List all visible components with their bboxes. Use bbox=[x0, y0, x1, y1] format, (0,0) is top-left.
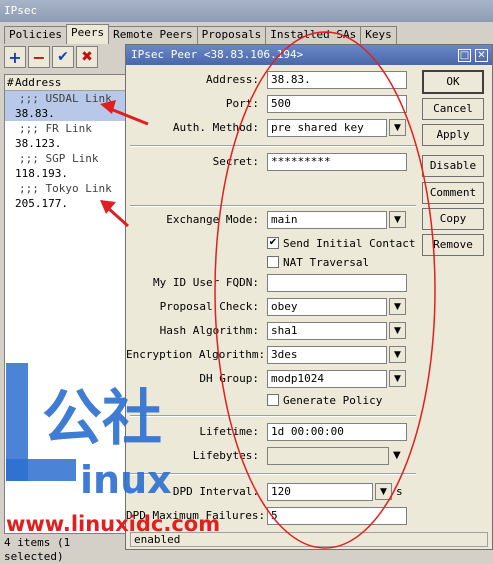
generate-policy-row[interactable]: Generate Policy bbox=[267, 392, 382, 408]
my-id-user-fqdn-field[interactable] bbox=[267, 274, 407, 292]
nat-traversal-checkbox[interactable] bbox=[267, 256, 279, 268]
lifebytes-expand-icon[interactable]: ▼ bbox=[393, 447, 401, 465]
dialog-status: enabled bbox=[130, 532, 488, 547]
lifebytes-field[interactable] bbox=[267, 447, 389, 465]
list-header: # Address bbox=[5, 75, 127, 91]
maximize-icon[interactable]: □ bbox=[458, 48, 471, 62]
dialog-title: IPsec Peer <38.83.106.194> bbox=[131, 48, 304, 61]
list-item[interactable]: 205.177. bbox=[5, 196, 127, 211]
divider bbox=[130, 205, 416, 207]
address-field[interactable]: 38.83. bbox=[267, 71, 407, 89]
secret-field[interactable]: ********* bbox=[267, 153, 407, 171]
tab-installed-sas[interactable]: Installed SAs bbox=[265, 26, 362, 44]
dpd-max-failures-label: DPD Maximum Failures: bbox=[126, 509, 266, 522]
encryption-algorithm-label: Encryption Algorithm: bbox=[126, 348, 266, 361]
remove-icon[interactable]: − bbox=[28, 46, 50, 68]
peer-list[interactable]: # Address ;;; USDAL Link 38.83. ;;; FR L… bbox=[4, 74, 128, 534]
copy-button[interactable]: Copy bbox=[422, 208, 484, 230]
nat-traversal-row[interactable]: NAT Traversal bbox=[267, 254, 369, 270]
dpd-interval-label: DPD Interval: bbox=[172, 485, 259, 498]
ok-button[interactable]: OK bbox=[422, 70, 484, 94]
disable-icon[interactable]: ✖ bbox=[76, 46, 98, 68]
list-item-comment[interactable]: ;;; USDAL Link bbox=[5, 91, 127, 106]
auth-method-select[interactable]: pre shared key bbox=[267, 119, 387, 137]
window-title: IPsec bbox=[0, 0, 493, 22]
tab-proposals[interactable]: Proposals bbox=[196, 26, 267, 44]
encryption-algorithm-select[interactable]: 3des bbox=[267, 346, 387, 364]
proposal-check-select[interactable]: obey bbox=[267, 298, 387, 316]
dh-group-select[interactable]: modp1024 bbox=[267, 370, 387, 388]
exchange-mode-select[interactable]: main bbox=[267, 211, 387, 229]
list-item-comment[interactable]: ;;; SGP Link bbox=[5, 151, 127, 166]
divider bbox=[130, 473, 416, 475]
address-label: Address: bbox=[206, 73, 259, 86]
enable-icon[interactable]: ✔ bbox=[52, 46, 74, 68]
dialog-title-bar[interactable]: IPsec Peer <38.83.106.194> □ ✕ bbox=[126, 45, 492, 65]
generate-policy-label: Generate Policy bbox=[283, 393, 383, 407]
dpd-interval-dropdown-icon[interactable]: ▼ bbox=[375, 483, 392, 500]
tab-keys[interactable]: Keys bbox=[360, 26, 397, 44]
encryption-algorithm-dropdown-icon[interactable]: ▼ bbox=[389, 346, 406, 363]
toolbar: + − ✔ ✖ bbox=[4, 46, 98, 72]
list-item-comment[interactable]: ;;; Tokyo Link bbox=[5, 181, 127, 196]
close-icon[interactable]: ✕ bbox=[475, 48, 488, 62]
apply-button[interactable]: Apply bbox=[422, 124, 484, 146]
dpd-interval-unit: s bbox=[396, 485, 403, 498]
send-initial-contact-label: Send Initial Contact bbox=[283, 236, 416, 250]
auth-method-label: Auth. Method: bbox=[172, 121, 259, 134]
ipsec-peer-dialog: IPsec Peer <38.83.106.194> □ ✕ Address: … bbox=[125, 44, 493, 550]
dpd-max-failures-field[interactable]: 5 bbox=[267, 507, 407, 525]
tab-remote-peers[interactable]: Remote Peers bbox=[108, 26, 198, 44]
hash-algorithm-select[interactable]: sha1 bbox=[267, 322, 387, 340]
my-id-user-fqdn-label: My ID User FQDN: bbox=[153, 276, 259, 289]
generate-policy-checkbox[interactable] bbox=[267, 394, 279, 406]
exchange-mode-label: Exchange Mode: bbox=[166, 213, 259, 226]
list-item-comment[interactable]: ;;; FR Link bbox=[5, 121, 127, 136]
hash-algorithm-dropdown-icon[interactable]: ▼ bbox=[389, 322, 406, 339]
tab-bar: Policies Peers Remote Peers Proposals In… bbox=[0, 24, 493, 44]
list-item[interactable]: 118.193. bbox=[5, 166, 127, 181]
nat-traversal-label: NAT Traversal bbox=[283, 255, 370, 269]
proposal-check-label: Proposal Check: bbox=[159, 300, 259, 313]
disable-button[interactable]: Disable bbox=[422, 155, 484, 177]
proposal-check-dropdown-icon[interactable]: ▼ bbox=[389, 298, 406, 315]
lifebytes-label: Lifebytes: bbox=[192, 449, 259, 462]
lifetime-label: Lifetime: bbox=[199, 425, 259, 438]
remove-button[interactable]: Remove bbox=[422, 234, 484, 256]
column-address[interactable]: Address bbox=[15, 75, 61, 90]
hash-algorithm-label: Hash Algorithm: bbox=[159, 324, 259, 337]
tab-policies[interactable]: Policies bbox=[4, 26, 67, 44]
dpd-interval-field[interactable]: 120 bbox=[267, 483, 373, 501]
dh-group-label: DH Group: bbox=[199, 372, 259, 385]
send-initial-contact-checkbox[interactable]: ✔ bbox=[267, 237, 279, 249]
lifetime-field[interactable]: 1d 00:00:00 bbox=[267, 423, 407, 441]
comment-button[interactable]: Comment bbox=[422, 182, 484, 204]
port-label: Port: bbox=[225, 97, 259, 110]
column-hash: # bbox=[7, 76, 14, 89]
tab-peers[interactable]: Peers bbox=[65, 24, 110, 44]
send-initial-contact-row[interactable]: ✔ Send Initial Contact bbox=[267, 235, 415, 251]
list-item[interactable]: 38.83. bbox=[5, 106, 127, 121]
exchange-mode-dropdown-icon[interactable]: ▼ bbox=[389, 211, 406, 228]
list-status: 4 items (1 selected) bbox=[4, 536, 71, 563]
port-field[interactable]: 500 bbox=[267, 95, 407, 113]
divider bbox=[130, 145, 416, 147]
dh-group-dropdown-icon[interactable]: ▼ bbox=[389, 370, 406, 387]
auth-method-dropdown-icon[interactable]: ▼ bbox=[389, 119, 406, 136]
divider bbox=[130, 415, 416, 417]
add-icon[interactable]: + bbox=[4, 46, 26, 68]
cancel-button[interactable]: Cancel bbox=[422, 98, 484, 120]
list-item[interactable]: 38.123. bbox=[5, 136, 127, 151]
secret-label: Secret: bbox=[212, 155, 259, 168]
